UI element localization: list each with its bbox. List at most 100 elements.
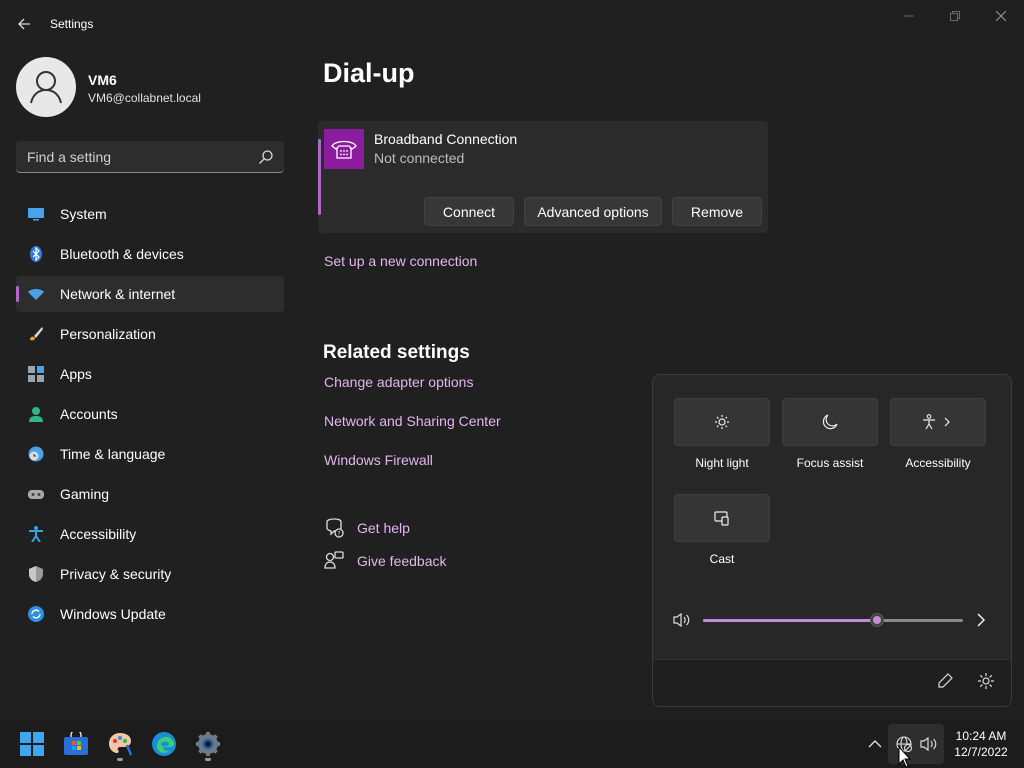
night-light-icon xyxy=(715,415,729,429)
user-name: VM6 xyxy=(88,72,117,88)
minimize-button[interactable] xyxy=(886,4,932,28)
network-sharing-center-link[interactable]: Network and Sharing Center xyxy=(324,413,501,429)
connect-button[interactable]: Connect xyxy=(424,197,514,226)
sidebar-item-time-language[interactable]: Time & language xyxy=(16,436,284,472)
running-indicator xyxy=(205,758,211,761)
sidebar-item-system[interactable]: System xyxy=(16,196,284,232)
cast-icon xyxy=(714,511,729,526)
chevron-right-icon[interactable] xyxy=(973,612,989,628)
pencil-icon[interactable] xyxy=(936,672,954,690)
focus-assist-toggle[interactable] xyxy=(782,398,878,446)
search-icon[interactable] xyxy=(258,149,274,165)
sidebar-item-personalization[interactable]: Personalization xyxy=(16,316,284,352)
monitor-icon xyxy=(28,208,44,221)
give-feedback-link[interactable]: Give feedback xyxy=(357,553,447,569)
sidebar-item-network[interactable]: Network & internet xyxy=(16,276,284,312)
taskbar: 10:24 AM 12/7/2022 xyxy=(0,720,1024,768)
apps-icon xyxy=(28,366,44,382)
volume-slider-thumb[interactable] xyxy=(870,613,885,627)
sidebar-item-label: Accessibility xyxy=(60,526,137,542)
search-placeholder: Find a setting xyxy=(27,149,112,165)
clock-globe-icon xyxy=(28,446,44,462)
chevron-up-icon[interactable] xyxy=(866,736,884,752)
quick-settings-footer xyxy=(653,659,1011,706)
sidebar-item-accessibility[interactable]: Accessibility xyxy=(16,516,284,552)
feedback-icon xyxy=(324,551,344,569)
edge-icon xyxy=(152,732,176,756)
close-icon xyxy=(996,11,1006,21)
change-adapter-options-link[interactable]: Change adapter options xyxy=(324,374,473,390)
accessibility-toggle[interactable] xyxy=(890,398,986,446)
quick-settings-panel: Night light Focus assist Accessibility C… xyxy=(652,374,1012,707)
dialup-connection-card[interactable]: Broadband Connection Not connected Conne… xyxy=(318,121,768,233)
sidebar-item-label: Accounts xyxy=(60,406,118,422)
taskbar-paint[interactable] xyxy=(104,728,136,761)
sidebar-item-label: Time & language xyxy=(60,446,166,462)
app-title: Settings xyxy=(50,17,94,31)
taskbar-edge[interactable] xyxy=(148,728,180,760)
settings-icon xyxy=(196,732,220,756)
sidebar-item-accounts[interactable]: Accounts xyxy=(16,396,284,432)
sidebar-item-gaming[interactable]: Gaming xyxy=(16,476,284,512)
get-help-link[interactable]: Get help xyxy=(357,520,410,536)
wifi-icon xyxy=(28,289,44,300)
user-email: VM6@collabnet.local xyxy=(88,91,201,105)
avatar[interactable] xyxy=(16,57,76,117)
back-arrow-icon xyxy=(18,18,30,30)
windows-firewall-link[interactable]: Windows Firewall xyxy=(324,452,433,468)
night-light-toggle[interactable] xyxy=(674,398,770,446)
volume-icon[interactable] xyxy=(673,612,691,628)
volume-fill xyxy=(703,619,878,622)
update-icon xyxy=(28,606,44,622)
close-button[interactable] xyxy=(978,4,1024,28)
maximize-button[interactable] xyxy=(932,4,978,28)
sidebar-item-label: Privacy & security xyxy=(60,566,172,582)
card-accent-bar xyxy=(318,139,321,215)
night-light-label: Night light xyxy=(695,456,749,470)
store-icon xyxy=(64,732,88,755)
advanced-options-button[interactable]: Advanced options xyxy=(524,197,662,226)
accessibility-label: Accessibility xyxy=(905,456,971,470)
clock-date[interactable]: 12/7/2022 xyxy=(948,745,1014,759)
tray-network-volume[interactable] xyxy=(888,724,944,764)
cast-toggle[interactable] xyxy=(674,494,770,542)
taskbar-store[interactable] xyxy=(60,728,92,760)
brush-icon xyxy=(30,327,43,341)
accessibility-icon xyxy=(29,526,43,542)
connection-status: Not connected xyxy=(374,150,465,166)
mouse-cursor-icon xyxy=(898,746,912,768)
gamepad-icon xyxy=(28,490,44,499)
cast-label: Cast xyxy=(709,552,735,566)
page-title: Dial-up xyxy=(323,58,415,88)
sidebar-item-label: Windows Update xyxy=(60,606,166,622)
accessibility-icon xyxy=(923,414,950,430)
title-bar: Settings xyxy=(0,0,1024,48)
start-button[interactable] xyxy=(16,728,48,760)
remove-button[interactable]: Remove xyxy=(672,197,762,226)
sidebar-item-label: Gaming xyxy=(60,486,110,502)
dialup-phone-icon xyxy=(324,129,364,169)
sidebar-item-privacy-security[interactable]: Privacy & security xyxy=(16,556,284,592)
connection-name: Broadband Connection xyxy=(374,131,518,147)
back-button[interactable] xyxy=(12,12,36,36)
setup-new-connection-link[interactable]: Set up a new connection xyxy=(324,253,477,269)
sidebar-item-windows-update[interactable]: Windows Update xyxy=(16,596,284,632)
sidebar-item-apps[interactable]: Apps xyxy=(16,356,284,392)
shield-icon xyxy=(29,566,43,582)
gear-icon[interactable] xyxy=(977,672,995,690)
volume-icon xyxy=(920,736,937,752)
sidebar-item-label: System xyxy=(60,206,107,222)
sidebar-item-label: Personalization xyxy=(60,326,156,342)
sidebar-item-label: Apps xyxy=(60,366,92,382)
focus-assist-label: Focus assist xyxy=(796,456,864,470)
volume-slider[interactable] xyxy=(703,613,963,627)
minimize-icon xyxy=(904,15,914,17)
taskbar-settings[interactable] xyxy=(192,728,224,761)
svg-text:?: ? xyxy=(337,531,340,538)
paint-icon xyxy=(109,733,133,756)
sidebar-item-label: Network & internet xyxy=(60,286,176,302)
get-help-icon: ? xyxy=(326,518,344,538)
clock-time[interactable]: 10:24 AM xyxy=(948,729,1014,743)
search-input[interactable]: Find a setting xyxy=(16,141,284,173)
sidebar-item-bluetooth[interactable]: Bluetooth & devices xyxy=(16,236,284,272)
